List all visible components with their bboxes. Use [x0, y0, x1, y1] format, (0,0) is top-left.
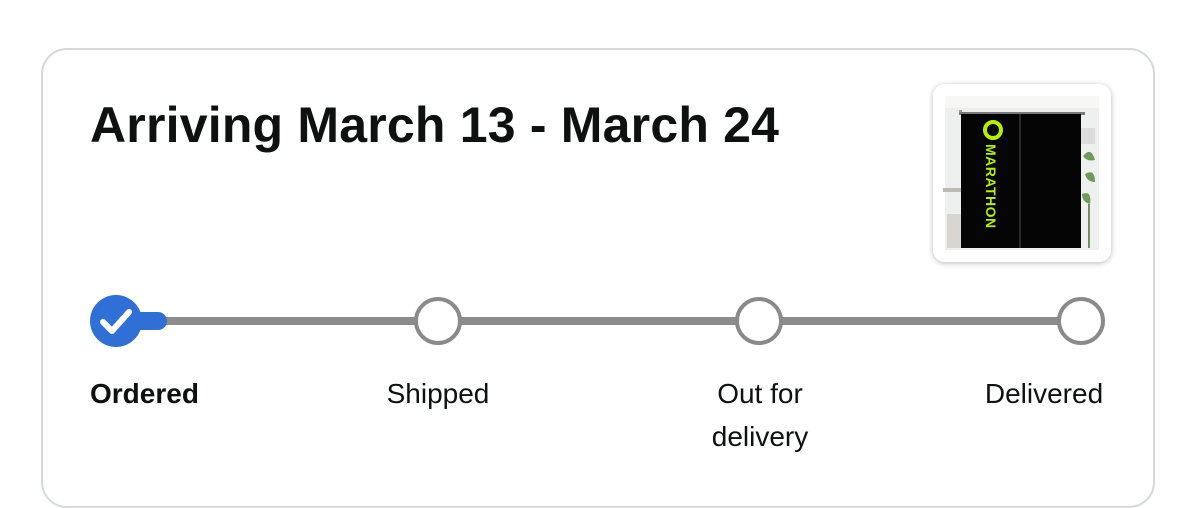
product-thumbnail[interactable]: MARATHON [933, 84, 1111, 262]
product-brand-text: MARATHON [983, 144, 999, 229]
checkmark-icon [100, 309, 132, 334]
step-node-shipped [414, 297, 462, 345]
step-label-delivered: Delivered [984, 378, 1104, 409]
step-node-out-for-delivery [735, 297, 783, 345]
step-label-ordered: Ordered [90, 378, 199, 409]
step-node-ordered [90, 295, 142, 347]
delivery-title: Arriving March 13 - March 24 [90, 97, 780, 153]
step-label-out-for-delivery: Out for delivery [711, 378, 809, 452]
step-label-shipped: Shipped [386, 378, 490, 409]
step-node-delivered [1057, 297, 1105, 345]
curtain-product-image: MARATHON [933, 84, 1111, 262]
progress-track [117, 317, 1081, 325]
